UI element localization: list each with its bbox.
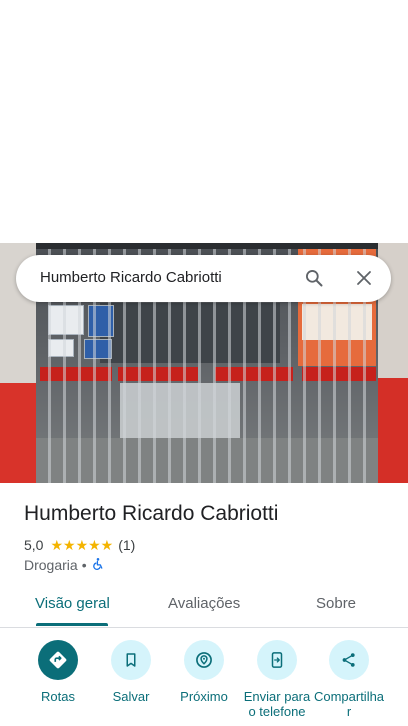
blank-top-area	[0, 0, 408, 243]
share-icon[interactable]	[329, 640, 369, 680]
nearby-icon[interactable]	[184, 640, 224, 680]
place-title: Humberto Ricardo Cabriotti	[24, 502, 279, 525]
active-tab-indicator	[36, 623, 108, 626]
place-tabs: Visão geral Avaliações Sobre	[0, 583, 408, 627]
send-to-phone-label: Enviar para o telefone	[243, 689, 311, 719]
separator-dot: •	[81, 557, 87, 573]
rating-row[interactable]: 5,0 ★★★★★ (1)	[24, 536, 135, 554]
send-to-phone-icon[interactable]	[257, 640, 297, 680]
directions-icon[interactable]	[38, 640, 78, 680]
tab-overview[interactable]: Visão geral	[35, 595, 110, 612]
category-row: Drogaria •	[24, 556, 105, 574]
directions-button[interactable]: Rotas	[16, 640, 100, 704]
search-bar[interactable]: Humberto Ricardo Cabriotti	[16, 255, 391, 302]
search-query-text[interactable]: Humberto Ricardo Cabriotti	[40, 269, 222, 286]
wheelchair-icon	[91, 557, 105, 574]
nearby-button[interactable]: Próximo	[162, 640, 246, 704]
search-icon[interactable]	[301, 265, 327, 291]
close-icon[interactable]	[351, 265, 377, 291]
tab-reviews[interactable]: Avaliações	[168, 595, 240, 612]
tab-about[interactable]: Sobre	[316, 595, 356, 612]
photo-top-beam	[36, 243, 378, 249]
rating-stars-icon: ★★★★★	[50, 536, 114, 553]
rating-value: 5,0	[24, 537, 44, 553]
bookmark-icon[interactable]	[111, 640, 151, 680]
share-label: Compartilhar	[313, 689, 385, 719]
photo-left-red-wall	[0, 383, 36, 483]
directions-label: Rotas	[41, 689, 75, 704]
save-label: Salvar	[112, 689, 150, 704]
save-button[interactable]: Salvar	[89, 640, 173, 704]
review-count[interactable]: (1)	[118, 537, 135, 553]
tabs-divider	[0, 627, 408, 628]
place-category: Drogaria	[24, 557, 78, 573]
nearby-label: Próximo	[180, 689, 228, 704]
action-buttons: Rotas Salvar Próximo Enviar para o telef…	[0, 640, 408, 726]
photo-right-red-wall	[378, 378, 408, 483]
share-button[interactable]: Compartilhar	[307, 640, 391, 719]
